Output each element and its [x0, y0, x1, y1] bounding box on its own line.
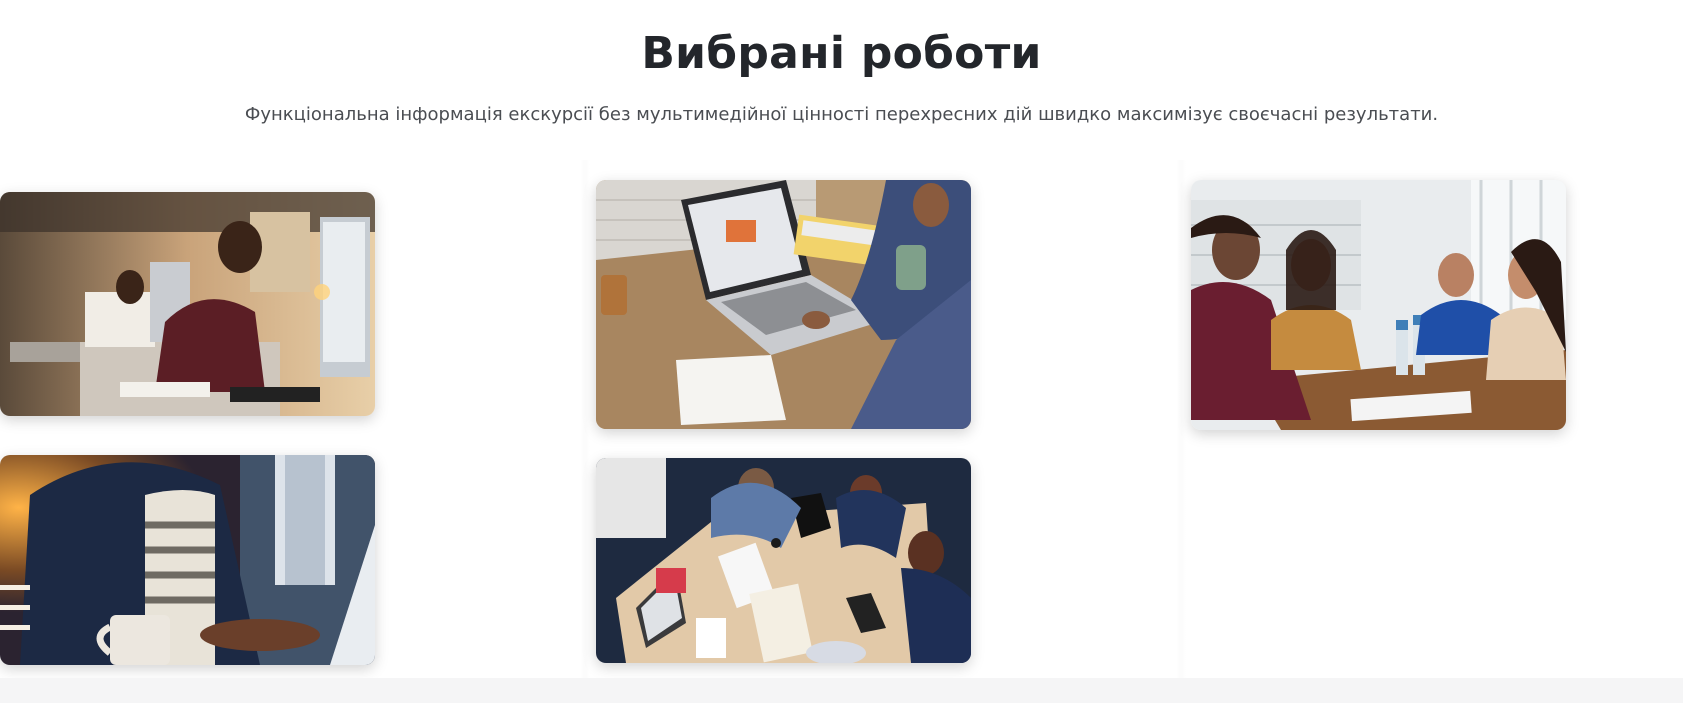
section-subtitle: Функціональна інформація екскурсії без м… — [244, 104, 1439, 125]
gallery-image-4 — [0, 455, 375, 665]
gallery-card-5[interactable] — [596, 458, 971, 663]
gallery-image-1 — [0, 192, 375, 416]
gallery-image-2 — [596, 180, 971, 429]
gallery-card-4[interactable] — [0, 455, 375, 665]
gallery-card-3[interactable] — [1191, 180, 1566, 430]
footer-band — [0, 678, 1683, 703]
column-divider — [1176, 160, 1186, 680]
section-title: Вибрані роботи — [641, 28, 1042, 79]
featured-works-section: Вибрані роботи Функціональна інформація … — [0, 0, 1683, 680]
column-divider — [580, 160, 590, 680]
gallery-card-1[interactable] — [0, 192, 375, 416]
gallery-image-3 — [1191, 180, 1566, 430]
gallery-card-2[interactable] — [596, 180, 971, 429]
gallery-image-5 — [596, 458, 971, 663]
